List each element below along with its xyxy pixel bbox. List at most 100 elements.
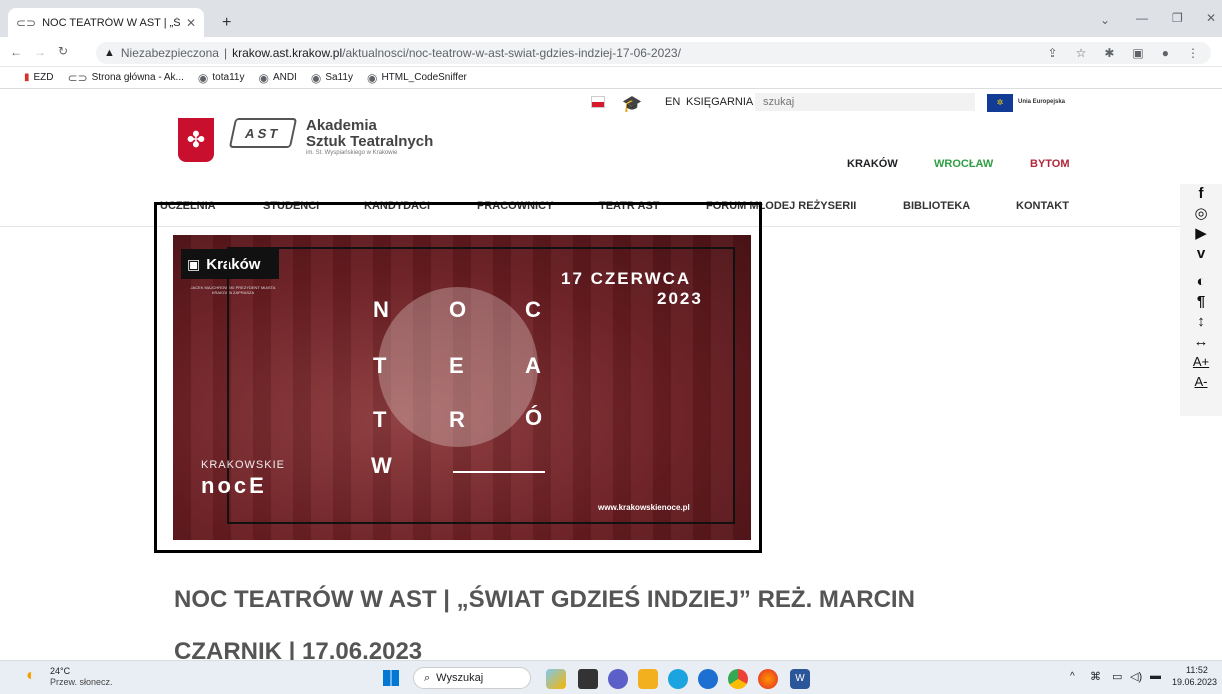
not-secure-label: Niezabezpieczona [120,46,219,60]
forward-icon[interactable]: → [34,46,46,58]
restore-icon[interactable]: ❐ [1172,12,1183,24]
title-letter: A [525,353,541,378]
logo-line2: Sztuk Teatralnych [306,133,434,150]
bookstore-link[interactable]: KSIĘGARNIA [686,96,753,108]
contrast-icon[interactable]: ◐ [1180,272,1222,292]
globe-icon: ◉ [310,70,322,85]
warning-icon: ▲ [104,47,115,59]
title-letter: N [373,297,389,322]
volume-icon[interactable]: ◁) [1130,670,1142,683]
app-icon[interactable] [698,669,718,689]
city-bytom-link[interactable]: BYTOM [1030,158,1070,170]
chrome-icon[interactable] [728,669,748,689]
reload-icon[interactable]: ↻ [58,45,68,57]
browser-tab-bar: ⊂⊃ NOC TEATRÓW W AST | „Świat gd ✕ + ⌄ —… [0,0,1222,37]
clock-time[interactable]: 11:52 [1186,665,1208,675]
paragraph-icon[interactable]: ¶ [1180,292,1222,312]
globe-icon: ◉ [258,70,269,85]
academy-logo-text[interactable]: Akademia Sztuk Teatralnych im. St. Wyspi… [306,118,434,157]
graduation-cap-icon[interactable]: 🎓 [622,94,642,114]
bookmark-strona[interactable]: ⊂⊃ Strona główna - Ak... [68,72,184,84]
taskbar-search-label: Wyszukaj [436,672,484,684]
firefox-icon[interactable] [758,669,778,689]
nav-biblioteka[interactable]: BIBLIOTEKA [903,200,970,212]
bookmark-ezd[interactable]: ▮ EZD [24,72,54,83]
windows-taskbar: ◐ 24°C Przew. słonecz. ⌕ Wyszukaj W ^ ⌘ ▭… [0,660,1222,694]
tray-app-icon[interactable]: ⌘ [1090,670,1101,683]
facebook-icon[interactable]: f [1180,184,1222,204]
url-domain: krakow.ast.krakow.pl [232,46,343,60]
date-year: 2023 [657,289,703,308]
title-letter: E [449,353,464,378]
city-krakow-link[interactable]: KRAKÓW [847,158,898,170]
edge-icon[interactable] [668,669,688,689]
title-letter: T [373,353,387,378]
tab-search-icon[interactable]: ⌄ [1100,14,1110,26]
nav-kontakt[interactable]: KONTAKT [1016,200,1069,212]
weather-desc[interactable]: Przew. słonecz. [50,677,113,687]
taskbar-search[interactable]: ⌕ Wyszukaj [413,667,531,689]
weather-sun-icon[interactable]: ◐ [26,667,36,685]
bookmark-codesniffer[interactable]: ◉ HTML_CodeSniffer [367,72,467,84]
ast-logo[interactable]: AST [228,118,298,148]
line-height-icon[interactable]: ↕ [1180,312,1222,332]
article-title-line1: NOC TEATRÓW W AST | „ŚWIAT GDZIEŚ INDZIE… [174,586,915,613]
search-input[interactable] [755,93,975,111]
title-underline [453,471,545,473]
title-letter: Ó [525,405,543,430]
tab-favicon-icon: ⊂⊃ [16,15,37,30]
eagle-emblem-icon: ✤ [178,118,214,162]
word-icon[interactable]: W [790,669,810,689]
tray-chevron-icon[interactable]: ^ [1070,671,1075,682]
extensions-icon[interactable]: ✱ [1104,47,1114,59]
tab-title: NOC TEATRÓW W AST | „Świat gd [42,16,180,29]
file-explorer-icon[interactable] [638,669,658,689]
browser-tab[interactable]: ⊂⊃ NOC TEATRÓW W AST | „Świat gd ✕ [8,8,204,37]
city-wroclaw-link[interactable]: WROCŁAW [934,158,993,170]
font-decrease-button[interactable]: A- [1180,372,1222,392]
new-tab-button[interactable]: + [222,14,231,32]
back-icon[interactable]: ← [10,46,22,58]
minimize-icon[interactable]: — [1136,12,1148,24]
close-tab-icon[interactable]: ✕ [186,17,196,29]
profile-icon[interactable]: ● [1162,47,1169,59]
toolbar-icons: ⇪ ☆ ✱ ▣ ● ⋮ [1048,47,1211,59]
clock-date[interactable]: 19.06.2023 [1172,677,1217,687]
brand-line1: KRAKOWSKIE [201,459,285,471]
bookmark-tota11y[interactable]: ◉ tota11y [198,72,245,84]
title-letter: C [525,297,541,322]
banner-url: www.krakowskienoce.pl [598,503,690,512]
url-separator: | [223,46,228,60]
close-window-icon[interactable]: ✕ [1206,12,1216,24]
instagram-icon[interactable]: ◎ [1180,204,1222,224]
youtube-icon[interactable]: ▶ [1180,224,1222,244]
weather-temp[interactable]: 24°C [50,666,70,676]
eu-label: Unia Europejska [1018,99,1066,105]
sidepanel-icon[interactable]: ▣ [1132,47,1143,59]
network-icon[interactable]: ▭ [1112,670,1122,683]
start-windows-icon[interactable] [383,670,399,686]
link-icon: ⊂⊃ [67,70,88,85]
font-increase-button[interactable]: A+ [1180,352,1222,372]
vimeo-icon[interactable]: v [1180,244,1222,264]
globe-icon: ◉ [197,70,209,85]
title-letter: T [373,407,387,432]
letter-spacing-icon[interactable]: ↔ [1180,332,1222,352]
bookmark-star-icon[interactable]: ☆ [1076,47,1087,59]
search-icon: ⌕ [424,671,431,684]
menu-icon[interactable]: ⋮ [1187,47,1199,59]
widgets-icon[interactable] [546,669,566,689]
polish-flag-icon[interactable] [591,96,605,108]
address-bar[interactable]: ▲ Niezabezpieczona | krakow.ast.krakow.p… [96,42,1211,64]
battery-icon[interactable]: ▬ [1150,670,1161,682]
teams-chat-icon[interactable] [608,669,628,689]
title-letter: W [371,453,392,478]
title-letter: R [449,407,465,432]
bookmark-sa11y[interactable]: ◉ Sa11y [311,72,353,84]
bookmark-andi[interactable]: ◉ ANDI [258,72,296,84]
share-icon[interactable]: ⇪ [1048,47,1058,59]
task-view-icon[interactable] [578,669,598,689]
accessibility-sidebar: f ◎ ▶ v ◐ ¶ ↕ ↔ A+ A- [1180,184,1222,416]
event-banner-image[interactable]: ▣ Kraków JACEK MAJCHROWSKI PREZYDENT MIA… [173,235,751,540]
lang-en-link[interactable]: EN [665,96,680,108]
